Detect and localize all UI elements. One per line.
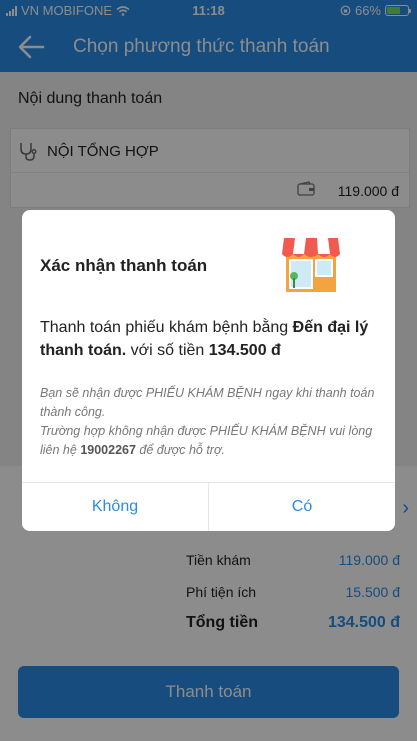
dialog-actions: Không Có (22, 482, 395, 531)
hotline-number: 19002267 (80, 443, 136, 457)
store-icon (282, 238, 340, 292)
confirm-payment-dialog: Xác nhận thanh toán Thanh toán phiếu khá… (22, 210, 395, 531)
note-line-2-post: để được hỗ trợ. (135, 443, 225, 457)
dialog-note: Bạn sẽ nhận được PHIẾU KHÁM BỆNH ngay kh… (40, 384, 380, 460)
dialog-title: Xác nhận thanh toán (40, 256, 208, 275)
note-line-1: Bạn sẽ nhận được PHIẾU KHÁM BỆNH ngay kh… (40, 386, 375, 419)
yes-button[interactable]: Có (209, 483, 395, 531)
dialog-message-pre: Thanh toán phiếu khám bệnh bằng (40, 319, 293, 336)
no-button[interactable]: Không (22, 483, 208, 531)
dialog-message-mid: với số tiền (126, 342, 209, 359)
dialog-message: Thanh toán phiếu khám bệnh bằng Đến đại … (40, 316, 370, 362)
payment-amount: 134.500 đ (208, 342, 281, 359)
